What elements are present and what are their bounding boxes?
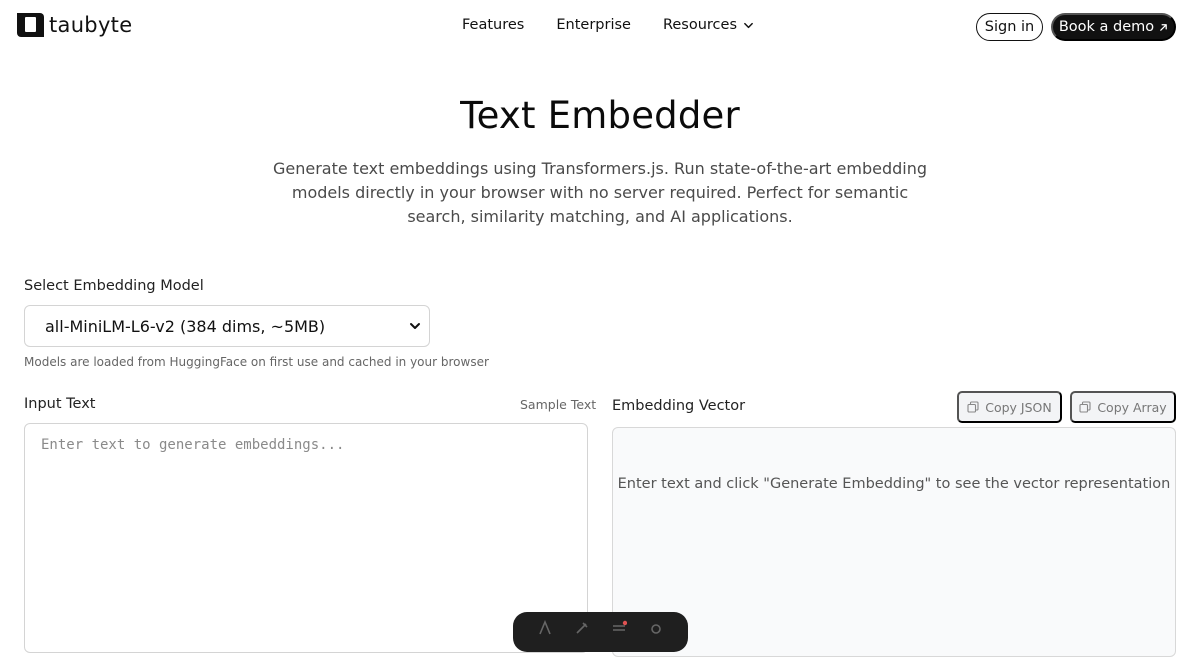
brand-name: taubyte [49,13,133,37]
embedding-output-panel: Enter text and click "Generate Embedding… [612,427,1176,657]
copy-icon [1079,401,1091,413]
model-select-value: all-MiniLM-L6-v2 (384 dims, ~5MB) [45,316,326,336]
settings-icon[interactable] [648,620,664,636]
nav-features-link[interactable]: Features [462,17,524,33]
model-select-label: Select Embedding Model [24,278,204,294]
nav-enterprise-link[interactable]: Enterprise [556,17,631,33]
cursor-icon[interactable] [537,620,553,636]
brand-logo[interactable]: taubyte [16,12,132,38]
copy-json-button[interactable]: Copy JSON [957,391,1062,423]
embedding-vector-label: Embedding Vector [612,398,746,414]
brush-icon[interactable] [574,620,590,636]
nav-resources-label: Resources [662,17,738,33]
book-demo-label: Book a demo [1058,19,1155,35]
nav-resources-dropdown[interactable]: Resources [663,17,754,33]
copy-json-label: Copy JSON [985,399,1052,415]
nav-features-label: Features [462,17,525,33]
taubyte-logo-icon [17,13,44,37]
main-nav: Features Enterprise Resources [462,17,754,33]
site-header: taubyte Features Enterprise Resources Si… [0,0,1200,54]
nav-enterprise-label: Enterprise [556,17,631,33]
arrow-up-right-icon [1160,23,1167,31]
book-demo-button[interactable]: Book a demo [1051,13,1176,41]
embedding-empty-message: Enter text and click "Generate Embedding… [617,476,1171,492]
floating-toolbar [513,612,688,652]
copy-array-button[interactable]: Copy Array [1070,391,1176,423]
page-subtitle: Generate text embeddings using Transform… [272,159,927,226]
chevron-down-icon [410,323,420,329]
model-select[interactable]: all-MiniLM-L6-v2 (384 dims, ~5MB) [24,305,430,347]
copy-icon [967,401,979,413]
sample-text-button[interactable]: Sample Text [520,397,596,412]
sign-in-button[interactable]: Sign in [976,13,1043,41]
model-hint: Models are loaded from HuggingFace on fi… [24,355,489,369]
menu-icon[interactable] [611,620,627,636]
input-text-label: Input Text [24,396,96,412]
page-title: Text Embedder [460,94,740,137]
input-text-field[interactable] [24,423,588,653]
chevron-down-icon [744,22,753,28]
copy-array-label: Copy Array [1097,399,1167,415]
